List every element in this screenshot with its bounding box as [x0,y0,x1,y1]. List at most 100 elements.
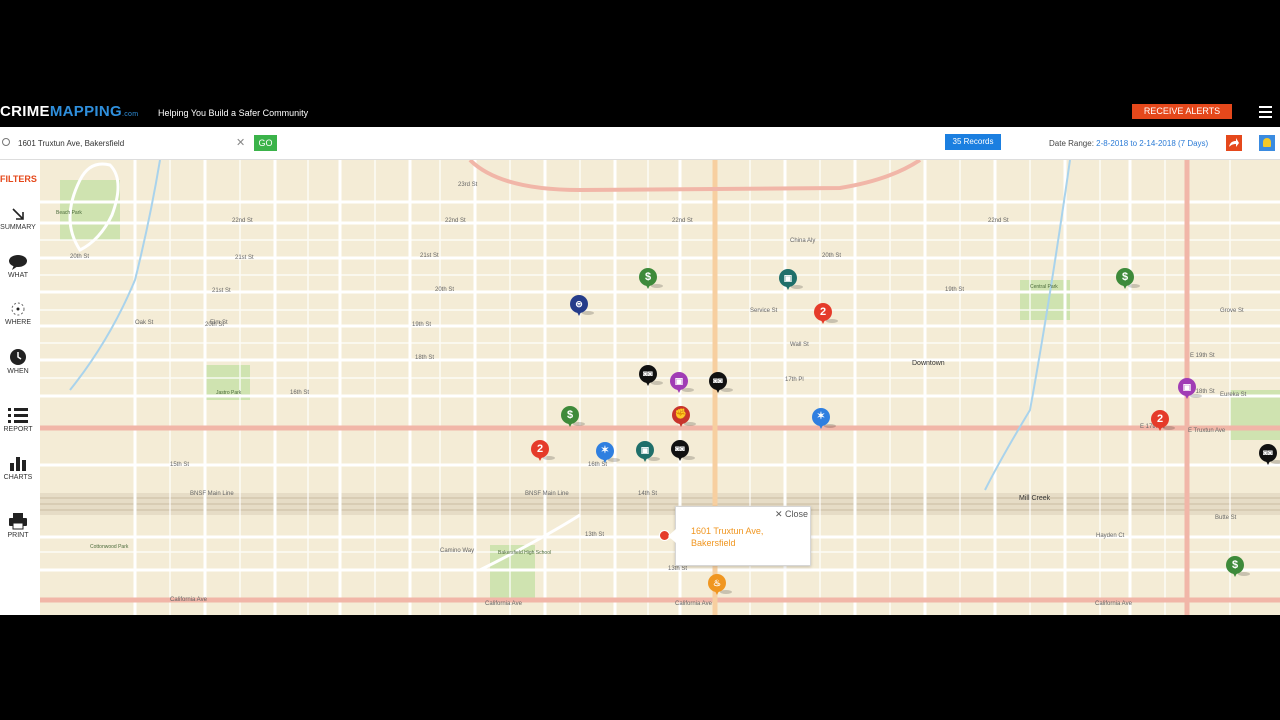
marker-transit[interactable]: ⊜ [570,295,594,317]
sidebar-item-print[interactable]: PRINT [0,512,36,539]
street-label: E Truxtun Ave [1188,428,1226,434]
location-popup: ✕ Close 1601 Truxtun Ave, Bakersfield [668,506,811,566]
clear-search-icon[interactable]: ✕ [236,136,245,149]
date-range-label: Date Range: [1049,139,1094,148]
search-toolbar: ✕ GO 35 Records Date Range: 2-8-2018 to … [0,127,1280,160]
marker-theft[interactable]: $ [561,406,585,428]
alert-bell-button[interactable] [1259,135,1275,151]
hamburger-menu-icon[interactable] [1259,106,1272,118]
street-label: 21st St [212,288,231,294]
popup-close-label: Close [784,509,808,519]
marker-cluster-2[interactable]: 2 [814,303,838,325]
street-label: Butte St [1215,515,1237,521]
street-label: 21st St [235,255,254,261]
street-label: Service St [750,308,778,314]
street-label: 16th St [290,390,310,396]
marker-vandalism[interactable]: ✶ [596,442,620,464]
marker-burglary[interactable]: ◙◙ [639,365,663,387]
date-range-value[interactable]: 2-8-2018 to 2-14-2018 (7 Days) [1096,139,1208,148]
go-button[interactable]: GO [254,135,277,151]
sidebar-item-summary[interactable]: SUMMARY [0,206,36,231]
place-label: Central Park [1030,284,1058,290]
marker-cluster-2[interactable]: 2 [1151,410,1175,432]
tagline: Helping You Build a Safer Community [158,108,309,118]
search-icon [2,138,10,146]
popup-pointer [668,529,676,543]
street-label: Elm St [210,320,228,326]
23rd-st-road [468,160,922,193]
street-label: 13th St [668,566,688,572]
share-button[interactable] [1226,135,1242,151]
marker-vehicle-break-in[interactable]: ▣ [1178,378,1202,400]
place-label: Bakersfield High School [498,550,552,556]
sidebar-item-label: CHARTS [3,474,33,481]
street-label: BNSF Main Line [525,491,569,497]
marker-assault[interactable]: ✊ [672,406,696,428]
marker-theft[interactable]: $ [639,268,663,290]
marker-burglary[interactable]: ◙◙ [671,440,695,462]
street-label: 19th St [945,287,965,293]
sidebar-item-label: WHEN [7,368,29,375]
target-icon [11,302,25,316]
receive-alerts-button[interactable]: RECEIVE ALERTS [1132,104,1232,119]
street-label: 23rd St [458,182,478,188]
sidebar-item-charts[interactable]: CHARTS [0,454,36,481]
street-label: 15th St [170,462,190,468]
sidebar-item-where[interactable]: WHERE [0,301,36,326]
street-label: 22nd St [232,218,253,224]
marker-burglary[interactable]: ◙◙ [1259,444,1280,466]
marker-vehicle-break-in[interactable]: ▣ [670,372,694,394]
records-count-button[interactable]: 35 Records [945,134,1001,150]
filters-label[interactable]: FILTERS [0,174,37,184]
street-label: 13th St [585,532,605,538]
street-label: 20th St [822,253,842,259]
sidebar-item-report[interactable]: REPORT [0,406,36,433]
street-label: Eureka St [1220,392,1247,398]
street-label: Wall St [790,342,809,348]
marker-cluster-2[interactable]: 2 [531,440,555,462]
sidebar-item-what[interactable]: WHAT [0,254,36,279]
street-label: 19th St [412,322,432,328]
marker-arson[interactable]: ♨ [708,574,732,596]
street-label: 22nd St [445,218,466,224]
popup-close-button[interactable]: ✕ Close [775,509,808,520]
logo-text-mapping: MAPPING [49,103,122,120]
street-label: China Aly [790,238,816,244]
sidebar-item-when[interactable]: WHEN [0,348,36,375]
street-label: California Ave [485,601,522,607]
logo-text-com: .com [121,111,139,118]
street-label: 20th St [435,287,455,293]
crime-mapping-app: CRIMEMAPPING.com Helping You Build a Saf… [0,98,1280,615]
street-label: California Ave [675,601,712,607]
logo-text-crime: CRIME [0,103,50,120]
marker-vehicle-theft[interactable]: ▣ [779,269,803,291]
place-label: Mill Creek [1019,495,1051,502]
sidebar-item-label: PRINT [7,532,29,539]
marker-theft[interactable]: $ [1116,268,1140,290]
map-base-layer [40,160,1280,615]
place-label: Cottonwood Park [90,544,129,550]
share-arrow-icon [1229,138,1239,147]
street-label: 20th St [70,254,90,260]
marker-vandalism[interactable]: ✶ [812,408,836,430]
street-label: California Ave [1095,601,1132,607]
marker-theft[interactable]: $ [1226,556,1250,578]
popup-address: 1601 Truxtun Ave, Bakersfield [691,526,764,548]
street-label: 18th St [415,355,435,361]
speech-bubble-icon [9,255,27,270]
marker-vehicle-theft[interactable]: ▣ [636,441,660,463]
address-search-input[interactable] [18,136,228,150]
sidebar-item-label: SUMMARY [0,224,36,231]
sidebar-item-label: REPORT [3,426,33,433]
street-label: Grove St [1220,308,1244,314]
marker-burglary[interactable]: ◙◙ [709,372,733,394]
place-label: Beach Park [56,210,82,216]
crime-map[interactable]: 20th St 22nd St 21st St 21st St 20th St … [40,160,1280,615]
street-label: 22nd St [672,218,693,224]
date-range: Date Range: 2-8-2018 to 2-14-2018 (7 Day… [1049,139,1208,148]
street-label: 22nd St [988,218,1009,224]
printer-icon [9,513,27,530]
top-navigation-bar: CRIMEMAPPING.com Helping You Build a Saf… [0,98,1280,127]
street-label: BNSF Main Line [190,491,234,497]
crimemapping-logo[interactable]: CRIMEMAPPING.com [0,103,138,120]
